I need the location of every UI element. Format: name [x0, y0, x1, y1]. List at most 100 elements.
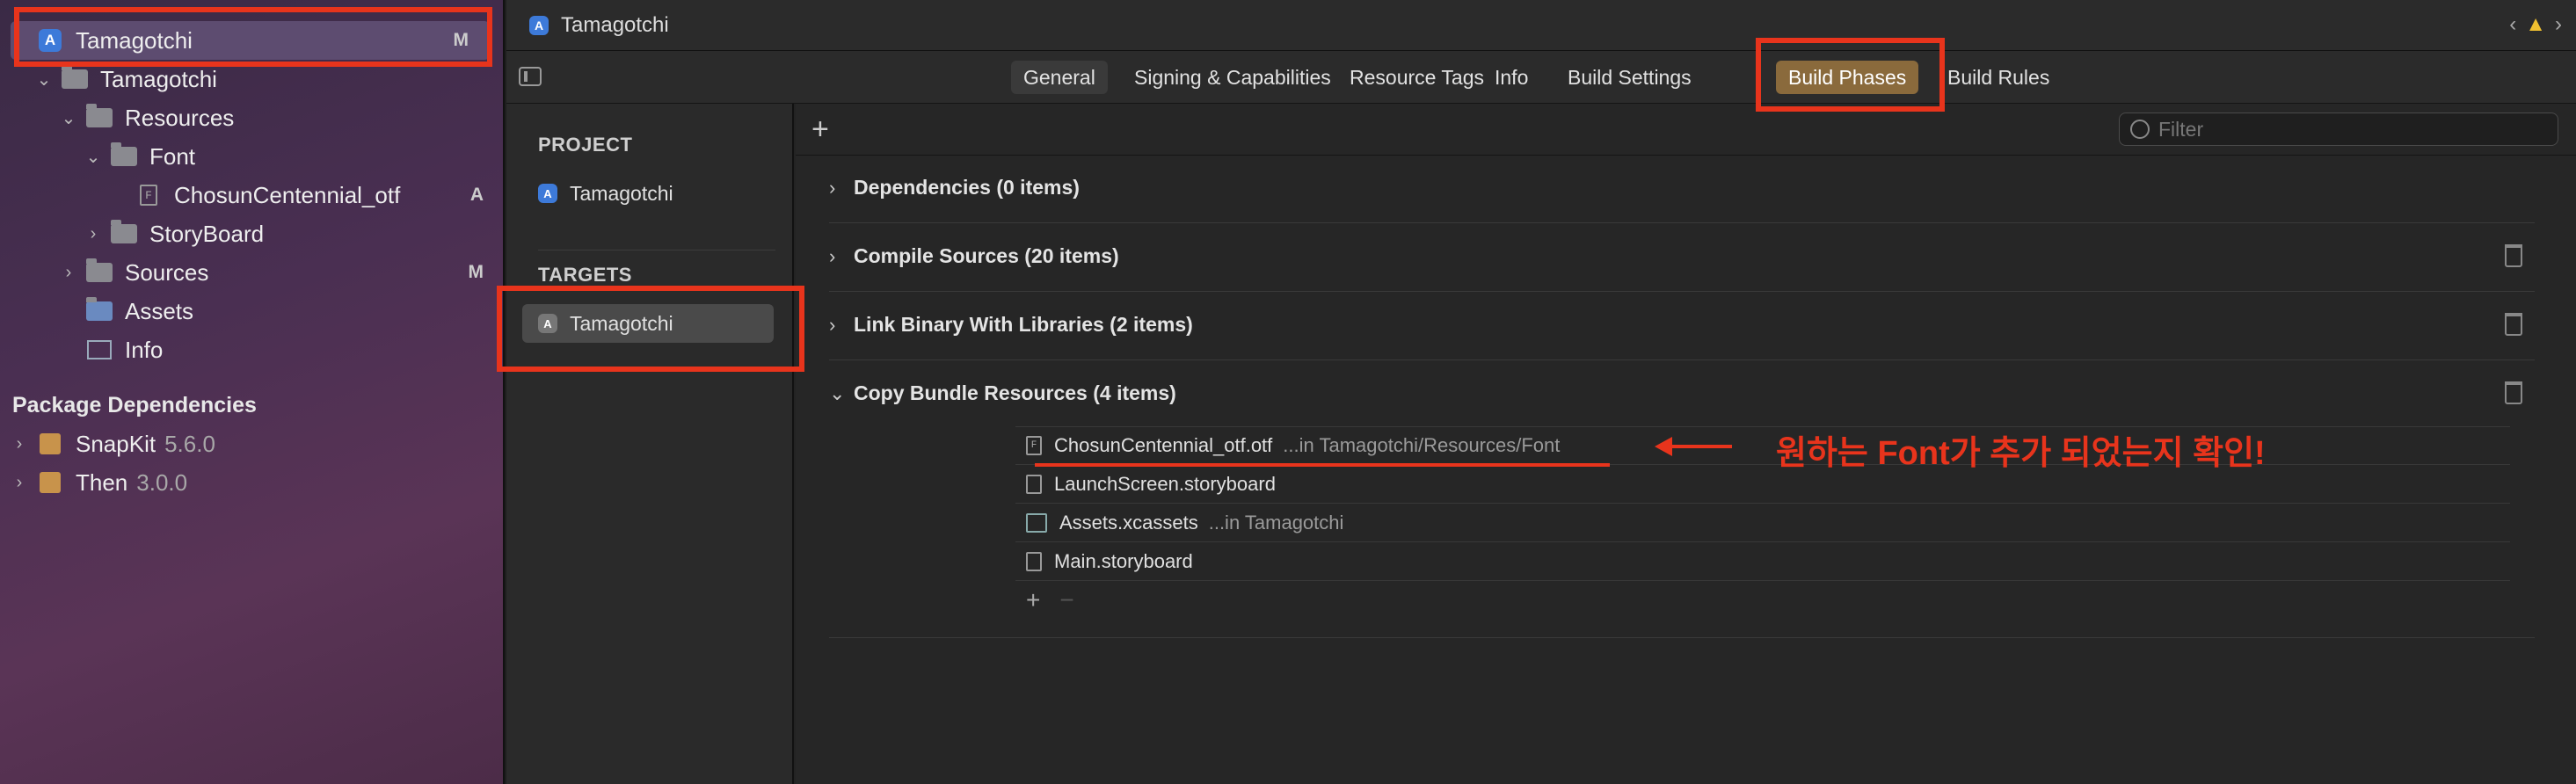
highlight-box-build-phases [1756, 38, 1945, 112]
sidebar-toggle-icon[interactable] [519, 67, 542, 86]
chevron-right-icon[interactable]: › [84, 224, 102, 244]
nav-item-resources[interactable]: ⌄ Resources [60, 98, 505, 137]
chevron-right-icon[interactable]: › [829, 245, 854, 268]
resource-path: ...in Tamagotchi/Resources/Font [1283, 434, 1561, 456]
trash-icon[interactable] [2505, 381, 2522, 404]
project-targets-pane: PROJECT A Tamagotchi TARGETS A Tamagotch… [506, 104, 794, 784]
add-phase-button[interactable]: + [811, 113, 829, 147]
font-file-icon: F [1026, 436, 1042, 455]
tab-build-settings[interactable]: Build Settings [1555, 61, 1704, 94]
nav-item-label: Font [149, 142, 196, 170]
chevron-down-icon[interactable]: ⌄ [84, 146, 102, 168]
folder-icon [109, 142, 139, 169]
trash-icon[interactable] [2505, 313, 2522, 336]
resource-name: LaunchScreen.storyboard [1054, 472, 1276, 495]
editor-area: A Tamagotchi ‹ ▲ › General Signing & Cap… [506, 0, 2576, 784]
assets-icon [84, 297, 114, 323]
chevron-right-icon[interactable]: › [11, 473, 28, 493]
phase-link-binary[interactable]: › Link Binary With Libraries (2 items) [829, 292, 2535, 360]
phase-label: Link Binary With Libraries (2 items) [854, 313, 1193, 336]
tab-general[interactable]: General [1011, 61, 1108, 94]
package-dependencies-header: Package Dependencies [12, 393, 257, 417]
nav-item-font-file[interactable]: F ChosunCentennial_otf A [134, 176, 505, 214]
chevron-down-icon[interactable]: ⌄ [829, 382, 854, 405]
folder-icon [84, 104, 114, 130]
project-item-label: Tamagotchi [570, 181, 673, 205]
chevron-right-icon[interactable]: › [829, 177, 854, 200]
chevron-down-icon[interactable]: ⌄ [35, 69, 53, 91]
nav-item-label: StoryBoard [149, 220, 265, 247]
status-badge: A [469, 185, 484, 205]
tab-signing-capabilities[interactable]: Signing & Capabilities [1122, 61, 1343, 94]
project-header: PROJECT [538, 134, 633, 156]
package-item-snapkit[interactable]: › SnapKit 5.6.0 [11, 425, 505, 463]
xcode-project-icon: A [529, 15, 549, 35]
annotation-arrow [1670, 445, 1732, 448]
build-phases-panel: + Filter › Dependencies (0 items) › Compil… [796, 104, 2576, 784]
nav-item-label: Info [125, 336, 164, 363]
warning-icon[interactable]: ▲ [2525, 12, 2546, 37]
add-resource-button[interactable]: + [1026, 586, 1040, 613]
chevron-down-icon[interactable]: ⌄ [60, 107, 77, 129]
xcode-project-icon: A [538, 184, 557, 203]
trash-icon[interactable] [2505, 244, 2522, 267]
font-file-icon: F [134, 183, 164, 207]
document-icon [1026, 551, 1042, 571]
chevron-right-icon[interactable]: › [11, 434, 28, 454]
resource-path: ...in Tamagotchi [1208, 511, 1344, 534]
resource-name: Assets.xcassets [1059, 511, 1198, 534]
filter-placeholder: Filter [2158, 117, 2204, 141]
chevron-right-icon[interactable]: › [829, 314, 854, 337]
project-item-tamagotchi[interactable]: A Tamagotchi [522, 174, 774, 213]
resource-name: ChosunCentennial_otf.otf [1054, 434, 1273, 456]
tab-build-rules[interactable]: Build Rules [1935, 61, 2062, 94]
phase-label: Copy Bundle Resources (4 items) [854, 381, 1176, 404]
folder-icon [84, 258, 114, 285]
package-name: SnapKit [76, 430, 156, 457]
editor-title-bar: A Tamagotchi ‹ ▲ › [506, 0, 2576, 51]
chevron-right-icon[interactable]: › [60, 263, 77, 283]
package-item-then[interactable]: › Then 3.0.0 [11, 463, 505, 502]
document-icon [1026, 474, 1042, 494]
tab-resource-tags[interactable]: Resource Tags [1337, 61, 1496, 94]
nav-item-info[interactable]: Info [84, 330, 505, 369]
resource-row[interactable]: Assets.xcassets ...in Tamagotchi [1015, 504, 2510, 542]
chevron-left-icon[interactable]: ‹ [2509, 12, 2516, 37]
resource-name: Main.storyboard [1054, 549, 1193, 572]
filter-field[interactable]: Filter [2119, 113, 2558, 146]
assets-icon [1026, 512, 1047, 533]
remove-resource-button[interactable]: − [1059, 586, 1073, 613]
phase-label: Dependencies (0 items) [854, 176, 1080, 199]
nav-item-label: ChosunCentennial_otf [174, 181, 401, 208]
nav-item-label: Resources [125, 104, 235, 131]
nav-item-label: Assets [125, 297, 194, 324]
nav-item-storyboard[interactable]: › StoryBoard [84, 214, 505, 253]
package-name: Then [76, 468, 128, 496]
folder-icon [109, 220, 139, 246]
nav-item-assets[interactable]: Assets [84, 292, 505, 330]
project-navigator: › A Tamagotchi M ⌄ Tamagotchi ⌄ Resource… [0, 0, 505, 784]
phase-dependencies[interactable]: › Dependencies (0 items) [829, 155, 2535, 223]
resource-row[interactable]: Main.storyboard [1015, 542, 2510, 581]
phase-label: Compile Sources (20 items) [854, 244, 1119, 267]
tab-info[interactable]: Info [1482, 61, 1540, 94]
package-icon [35, 470, 65, 495]
resource-row[interactable]: LaunchScreen.storyboard [1015, 465, 2510, 504]
folder-icon [60, 65, 90, 91]
nav-item-font[interactable]: ⌄ Font [84, 137, 505, 176]
targets-header: TARGETS [538, 264, 632, 286]
resource-row[interactable]: F ChosunCentennial_otf.otf ...in Tamagot… [1015, 426, 2510, 465]
annotation-text: 원하는 Font가 추가 되었는지 확인! [1776, 435, 2266, 472]
filter-icon [2130, 120, 2150, 139]
nav-item-label: Tamagotchi [100, 65, 217, 92]
status-badge: M [468, 262, 484, 282]
highlight-underline-font [1035, 463, 1610, 467]
chevron-right-icon[interactable]: › [2555, 12, 2562, 37]
package-version: 3.0.0 [136, 468, 188, 496]
window-title: Tamagotchi [561, 12, 669, 37]
highlight-box-target [497, 286, 804, 372]
nav-item-label: Sources [125, 258, 209, 286]
phase-compile-sources[interactable]: › Compile Sources (20 items) [829, 223, 2535, 292]
nav-item-sources[interactable]: › Sources M [60, 253, 505, 292]
package-icon [35, 432, 65, 456]
